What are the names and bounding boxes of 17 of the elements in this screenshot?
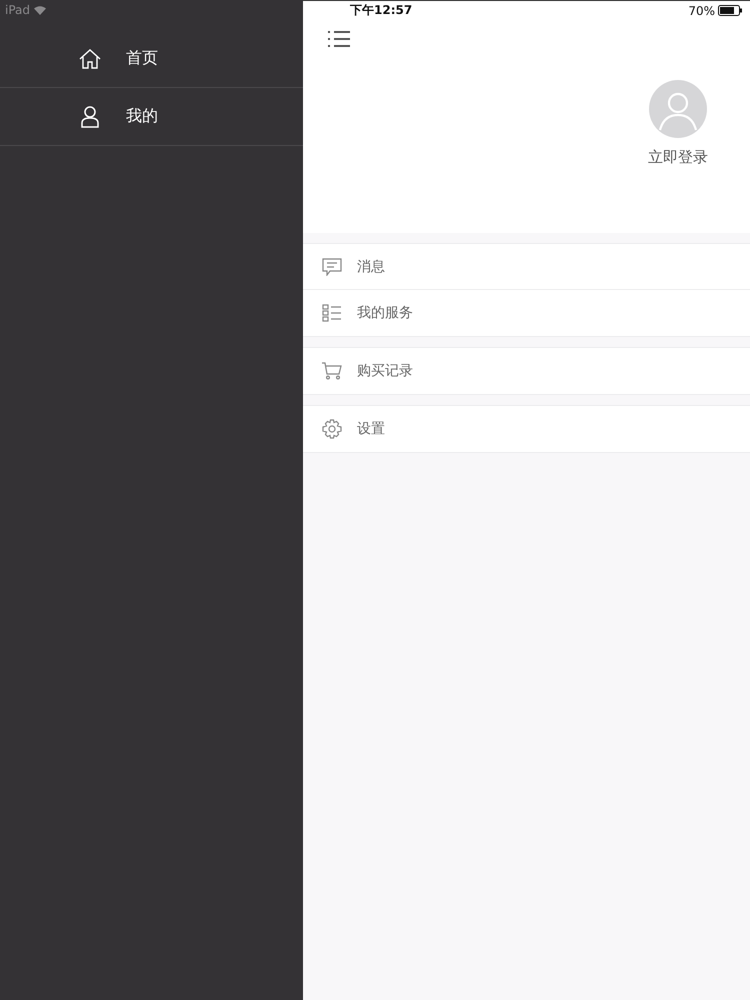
settings-icon xyxy=(322,419,342,439)
menu-item[interactable]: 消息 xyxy=(303,244,750,290)
clock: 下午12:57 xyxy=(350,2,414,19)
battery-percentage: 70% xyxy=(688,4,715,18)
menu-button[interactable] xyxy=(327,30,351,50)
menu-item[interactable]: 我的服务 xyxy=(303,290,750,336)
menu-item[interactable]: 购买记录 xyxy=(303,348,750,394)
home-icon xyxy=(78,46,102,70)
person-icon xyxy=(80,104,100,128)
menu-item[interactable]: 设置 xyxy=(303,406,750,452)
device-name: iPad xyxy=(5,3,30,17)
cart-icon xyxy=(322,362,342,380)
battery-icon xyxy=(718,5,742,16)
wifi-icon xyxy=(34,6,46,14)
checklist-icon xyxy=(322,304,342,322)
login-link[interactable]: 立即登录 xyxy=(648,148,708,167)
message-icon xyxy=(322,258,342,276)
